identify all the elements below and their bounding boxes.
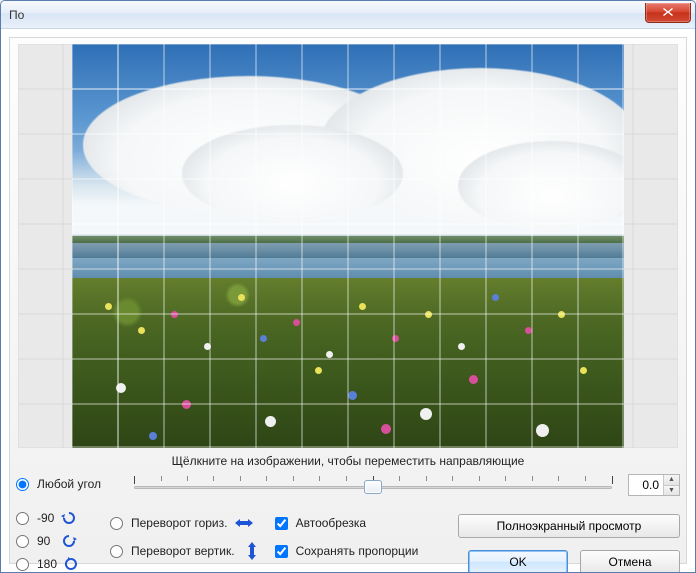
radio-minus-90-label: -90 bbox=[37, 511, 54, 525]
radio-free-angle[interactable] bbox=[16, 478, 29, 491]
checkbox-keep-proportions[interactable] bbox=[275, 545, 288, 558]
dialog-content: Щёлкните на изображении, чтобы перемести… bbox=[9, 37, 687, 564]
window-title: По bbox=[9, 8, 24, 22]
preview-image[interactable] bbox=[72, 44, 624, 448]
radio-free-angle-label: Любой угол bbox=[37, 477, 101, 491]
radio-flip-horizontal[interactable] bbox=[110, 517, 123, 530]
cancel-button[interactable]: Отмена bbox=[580, 550, 680, 573]
angle-slider[interactable] bbox=[134, 474, 612, 504]
flip-horizontal-label: Переворот гориз. bbox=[131, 516, 227, 530]
rotate-dialog: По bbox=[0, 0, 696, 573]
angle-value-wrap: ▲ ▼ bbox=[628, 474, 680, 504]
angle-spin-up[interactable]: ▲ bbox=[664, 475, 679, 486]
hint-text: Щёлкните на изображении, чтобы перемести… bbox=[16, 454, 680, 468]
radio-plus-90[interactable] bbox=[16, 535, 29, 548]
rotate-ccw-icon bbox=[60, 511, 76, 525]
grid-margin-right bbox=[624, 44, 678, 448]
fullscreen-preview-button[interactable]: Полноэкранный просмотр bbox=[458, 514, 680, 538]
angle-slider-area bbox=[110, 474, 620, 504]
radio-180[interactable] bbox=[16, 558, 29, 571]
angle-spin-down[interactable]: ▼ bbox=[664, 486, 679, 496]
checkbox-autocrop-label: Автообрезка bbox=[296, 516, 366, 530]
slider-thumb[interactable] bbox=[364, 480, 382, 494]
titlebar: По bbox=[1, 1, 695, 29]
close-button[interactable] bbox=[645, 3, 691, 23]
radio-plus-90-label: 90 bbox=[37, 534, 50, 548]
window-buttons bbox=[645, 3, 691, 23]
close-icon bbox=[662, 7, 674, 17]
grid-margin-left bbox=[18, 44, 72, 448]
rotate-180-icon bbox=[63, 557, 79, 571]
flip-horizontal-icon bbox=[235, 516, 253, 530]
rotate-cw-icon bbox=[62, 534, 78, 548]
radio-minus-90[interactable] bbox=[16, 512, 29, 525]
controls-row: Любой угол ▲ bbox=[16, 474, 680, 504]
angle-input[interactable] bbox=[629, 475, 663, 495]
radio-flip-vertical[interactable] bbox=[110, 545, 123, 558]
flip-vertical-label: Переворот вертик. bbox=[131, 544, 235, 558]
angle-presets: Любой угол bbox=[16, 474, 102, 504]
grid-overlay bbox=[72, 44, 624, 448]
checkbox-keep-proportions-label: Сохранять пропорции bbox=[296, 544, 419, 558]
preview-area[interactable] bbox=[18, 44, 678, 448]
checkbox-autocrop[interactable] bbox=[275, 517, 288, 530]
radio-180-label: 180 bbox=[37, 557, 57, 571]
ok-button[interactable]: OK bbox=[468, 550, 568, 573]
flip-vertical-icon bbox=[243, 544, 261, 558]
